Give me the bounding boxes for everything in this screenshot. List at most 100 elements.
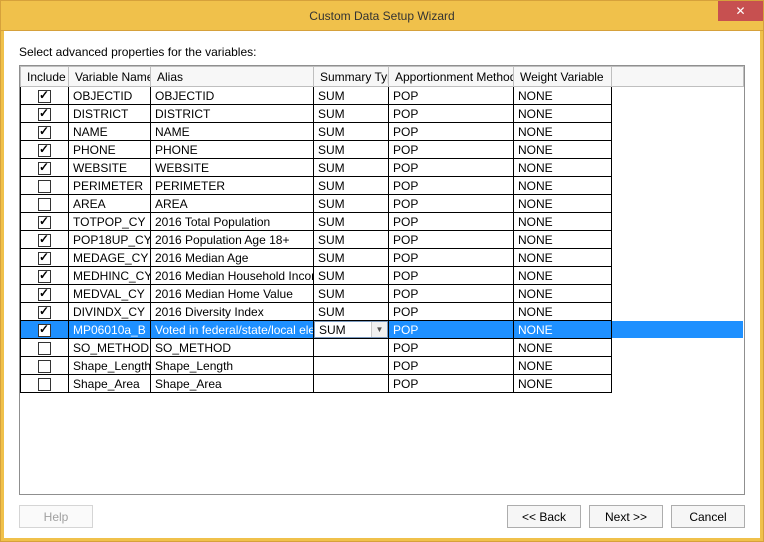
help-button[interactable]: Help bbox=[19, 505, 93, 528]
apportionment-cell[interactable]: POP bbox=[389, 213, 514, 231]
summary-type-cell[interactable]: SUM bbox=[314, 177, 389, 195]
alias-cell[interactable]: 2016 Population Age 18+ bbox=[151, 231, 314, 249]
alias-cell[interactable]: 2016 Median Home Value bbox=[151, 285, 314, 303]
weight-variable-cell[interactable]: NONE bbox=[514, 177, 612, 195]
summary-type-combo[interactable]: SUM▼ bbox=[314, 321, 388, 338]
include-checkbox[interactable] bbox=[38, 108, 51, 121]
variable-name-cell[interactable]: Shape_Length bbox=[69, 357, 151, 375]
alias-cell[interactable]: Shape_Area bbox=[151, 375, 314, 393]
apportionment-cell[interactable]: POP bbox=[389, 375, 514, 393]
apportionment-cell[interactable]: POP bbox=[389, 195, 514, 213]
apportionment-cell[interactable]: POP bbox=[389, 321, 514, 339]
close-button[interactable]: ✕ bbox=[718, 1, 763, 21]
apportionment-cell[interactable]: POP bbox=[389, 303, 514, 321]
summary-type-cell[interactable]: SUM bbox=[314, 213, 389, 231]
header-include[interactable]: Include bbox=[21, 67, 69, 87]
weight-variable-cell[interactable]: NONE bbox=[514, 159, 612, 177]
alias-cell[interactable]: 2016 Median Age bbox=[151, 249, 314, 267]
table-row[interactable]: Shape_AreaShape_AreaPOPNONE bbox=[21, 375, 744, 393]
summary-type-cell[interactable] bbox=[314, 357, 389, 375]
include-cell[interactable] bbox=[21, 375, 69, 393]
weight-variable-cell[interactable]: NONE bbox=[514, 267, 612, 285]
header-alias[interactable]: Alias bbox=[151, 67, 314, 87]
table-row[interactable]: Shape_LengthShape_LengthPOPNONE bbox=[21, 357, 744, 375]
header-apportionment[interactable]: Apportionment Method bbox=[389, 67, 514, 87]
alias-cell[interactable]: PHONE bbox=[151, 141, 314, 159]
include-cell[interactable] bbox=[21, 159, 69, 177]
variable-name-cell[interactable]: OBJECTID bbox=[69, 87, 151, 105]
summary-type-cell[interactable]: SUM bbox=[314, 231, 389, 249]
include-checkbox[interactable] bbox=[38, 180, 51, 193]
include-checkbox[interactable] bbox=[38, 198, 51, 211]
include-cell[interactable] bbox=[21, 321, 69, 339]
weight-variable-cell[interactable]: NONE bbox=[514, 339, 612, 357]
header-summary-type[interactable]: Summary Type bbox=[314, 67, 389, 87]
table-row[interactable]: DIVINDX_CY2016 Diversity IndexSUMPOPNONE bbox=[21, 303, 744, 321]
include-cell[interactable] bbox=[21, 141, 69, 159]
apportionment-cell[interactable]: POP bbox=[389, 285, 514, 303]
include-cell[interactable] bbox=[21, 123, 69, 141]
include-checkbox[interactable] bbox=[38, 378, 51, 391]
include-checkbox[interactable] bbox=[38, 306, 51, 319]
apportionment-cell[interactable]: POP bbox=[389, 249, 514, 267]
weight-variable-cell[interactable]: NONE bbox=[514, 375, 612, 393]
weight-variable-cell[interactable]: NONE bbox=[514, 231, 612, 249]
apportionment-cell[interactable]: POP bbox=[389, 357, 514, 375]
include-cell[interactable] bbox=[21, 303, 69, 321]
summary-type-cell[interactable]: SUM bbox=[314, 141, 389, 159]
apportionment-cell[interactable]: POP bbox=[389, 105, 514, 123]
table-row[interactable]: NAMENAMESUMPOPNONE bbox=[21, 123, 744, 141]
include-cell[interactable] bbox=[21, 267, 69, 285]
alias-cell[interactable]: WEBSITE bbox=[151, 159, 314, 177]
table-row[interactable]: WEBSITEWEBSITESUMPOPNONE bbox=[21, 159, 744, 177]
alias-cell[interactable]: DISTRICT bbox=[151, 105, 314, 123]
summary-type-cell[interactable]: SUM bbox=[314, 195, 389, 213]
header-weight-variable[interactable]: Weight Variable bbox=[514, 67, 612, 87]
summary-type-cell[interactable] bbox=[314, 339, 389, 357]
include-cell[interactable] bbox=[21, 87, 69, 105]
header-variable-name[interactable]: Variable Name bbox=[69, 67, 151, 87]
variable-name-cell[interactable]: PHONE bbox=[69, 141, 151, 159]
include-cell[interactable] bbox=[21, 105, 69, 123]
table-row[interactable]: AREAAREASUMPOPNONE bbox=[21, 195, 744, 213]
apportionment-cell[interactable]: POP bbox=[389, 87, 514, 105]
apportionment-cell[interactable]: POP bbox=[389, 141, 514, 159]
variable-name-cell[interactable]: SO_METHOD bbox=[69, 339, 151, 357]
include-cell[interactable] bbox=[21, 213, 69, 231]
include-checkbox[interactable] bbox=[38, 234, 51, 247]
variable-name-cell[interactable]: TOTPOP_CY bbox=[69, 213, 151, 231]
table-row[interactable]: MEDVAL_CY2016 Median Home ValueSUMPOPNON… bbox=[21, 285, 744, 303]
weight-variable-cell[interactable]: NONE bbox=[514, 321, 612, 339]
table-row[interactable]: PHONEPHONESUMPOPNONE bbox=[21, 141, 744, 159]
table-row[interactable]: SO_METHODSO_METHODPOPNONE bbox=[21, 339, 744, 357]
apportionment-cell[interactable]: POP bbox=[389, 159, 514, 177]
alias-cell[interactable]: Voted in federal/state/local election bbox=[151, 321, 314, 339]
table-row[interactable]: MEDHINC_CY2016 Median Household IncomeSU… bbox=[21, 267, 744, 285]
summary-type-cell[interactable]: SUM bbox=[314, 87, 389, 105]
summary-type-cell[interactable]: SUM▼NONESUMAVEMAXMIN bbox=[314, 321, 389, 339]
table-row[interactable]: TOTPOP_CY2016 Total PopulationSUMPOPNONE bbox=[21, 213, 744, 231]
alias-cell[interactable]: NAME bbox=[151, 123, 314, 141]
weight-variable-cell[interactable]: NONE bbox=[514, 249, 612, 267]
variable-name-cell[interactable]: MP06010a_B bbox=[69, 321, 151, 339]
include-cell[interactable] bbox=[21, 195, 69, 213]
include-cell[interactable] bbox=[21, 357, 69, 375]
table-row[interactable]: DISTRICTDISTRICTSUMPOPNONE bbox=[21, 105, 744, 123]
table-row[interactable]: POP18UP_CY2016 Population Age 18+SUMPOPN… bbox=[21, 231, 744, 249]
apportionment-cell[interactable]: POP bbox=[389, 123, 514, 141]
include-checkbox[interactable] bbox=[38, 216, 51, 229]
summary-type-cell[interactable]: SUM bbox=[314, 285, 389, 303]
include-cell[interactable] bbox=[21, 231, 69, 249]
variable-name-cell[interactable]: MEDAGE_CY bbox=[69, 249, 151, 267]
summary-type-cell[interactable]: SUM bbox=[314, 303, 389, 321]
include-checkbox[interactable] bbox=[38, 144, 51, 157]
weight-variable-cell[interactable]: NONE bbox=[514, 105, 612, 123]
variable-name-cell[interactable]: MEDHINC_CY bbox=[69, 267, 151, 285]
apportionment-cell[interactable]: POP bbox=[389, 177, 514, 195]
variable-name-cell[interactable]: PERIMETER bbox=[69, 177, 151, 195]
alias-cell[interactable]: SO_METHOD bbox=[151, 339, 314, 357]
include-checkbox[interactable] bbox=[38, 360, 51, 373]
alias-cell[interactable]: AREA bbox=[151, 195, 314, 213]
alias-cell[interactable]: Shape_Length bbox=[151, 357, 314, 375]
weight-variable-cell[interactable]: NONE bbox=[514, 123, 612, 141]
